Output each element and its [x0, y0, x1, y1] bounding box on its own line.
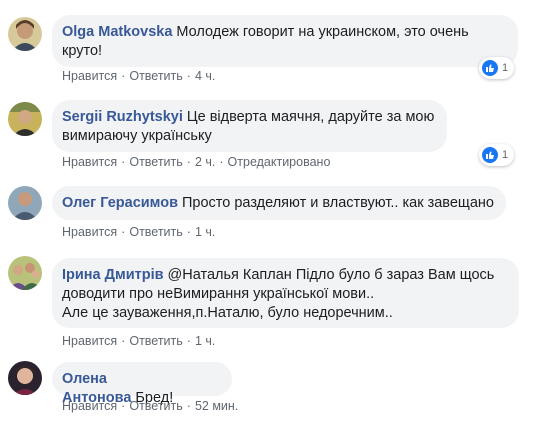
- comment-bubble: Ірина Дмитрів @Наталья Каплан Підло було …: [52, 258, 519, 328]
- edited-label[interactable]: Отредактировано: [228, 155, 331, 169]
- timestamp[interactable]: 52 мин.: [195, 399, 238, 413]
- thumbs-up-icon: [482, 60, 498, 76]
- comment-actions: Нравится · Ответить · 4 ч.: [62, 69, 216, 83]
- comment-author[interactable]: Олег Герасимов: [62, 195, 178, 211]
- comment-author[interactable]: Sergii Ruzhytskyi: [62, 109, 183, 125]
- comment-bubble: Олег Герасимов Просто разделяют и властву…: [52, 186, 506, 220]
- timestamp[interactable]: 1 ч.: [195, 225, 215, 239]
- avatar[interactable]: [8, 256, 42, 290]
- comment-bubble: Олена Антонова Бред!: [52, 362, 232, 406]
- reply-link[interactable]: Ответить: [129, 225, 182, 239]
- reply-link[interactable]: Ответить: [129, 334, 182, 348]
- avatar[interactable]: [8, 361, 42, 395]
- avatar[interactable]: [8, 17, 42, 51]
- timestamp[interactable]: 2 ч.: [195, 155, 215, 169]
- reply-link[interactable]: Ответить: [129, 155, 182, 169]
- comment-author[interactable]: Ірина Дмитрів: [62, 267, 164, 283]
- comment-actions: Нравится · Ответить · 1 ч.: [62, 334, 216, 348]
- comment-text-line: Це відверта маячня, даруйте за мою: [186, 109, 435, 125]
- comment-actions: Нравится · Ответить · 2 ч. · Отредактировано: [62, 155, 331, 169]
- avatar[interactable]: [8, 186, 42, 220]
- comment-text-line: @Наталья Каплан Підло було б зараз Вам щ…: [167, 267, 495, 283]
- timestamp[interactable]: 4 ч.: [195, 69, 215, 83]
- comment-author[interactable]: Olga Matkovska: [62, 24, 172, 40]
- reaction-count[interactable]: 1: [479, 144, 515, 166]
- comment-text-line: Просто разделяют и властвуют.. как завещ…: [182, 195, 494, 211]
- comment-text-line: вимираючу українську: [62, 128, 212, 144]
- thumbs-up-icon: [482, 147, 498, 163]
- like-link[interactable]: Нравится: [62, 155, 117, 169]
- comment-text-line: доводити про неВимирання української мов…: [62, 286, 375, 302]
- reply-link[interactable]: Ответить: [129, 69, 182, 83]
- like-link[interactable]: Нравится: [62, 69, 117, 83]
- timestamp[interactable]: 1 ч.: [195, 334, 215, 348]
- like-link[interactable]: Нравится: [62, 225, 117, 239]
- comment-actions: Нравится · Ответить · 1 ч.: [62, 225, 216, 239]
- like-link[interactable]: Нравится: [62, 399, 117, 413]
- avatar[interactable]: [8, 102, 42, 136]
- comment-bubble: Sergii Ruzhytskyi Це відверта маячня, дар…: [52, 100, 447, 152]
- comment-text-line: круто!: [62, 43, 103, 59]
- reply-link[interactable]: Ответить: [129, 399, 182, 413]
- comment-text-line: Але це зауваження,п.Наталю, було недореч…: [62, 305, 393, 321]
- comment-text-line: Молодеж говорит на украинском, это очень: [176, 24, 469, 40]
- reaction-count[interactable]: 1: [479, 57, 515, 79]
- comment-bubble: Olga Matkovska Молодеж говорит на украинс…: [52, 15, 518, 67]
- comment-actions: Нравится · Ответить · 52 мин.: [62, 399, 239, 413]
- like-link[interactable]: Нравится: [62, 334, 117, 348]
